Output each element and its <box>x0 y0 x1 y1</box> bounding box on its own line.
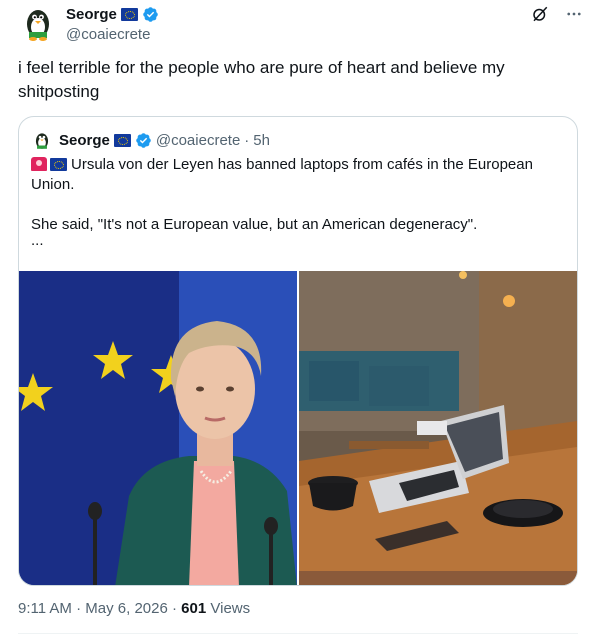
verified-badge-icon[interactable] <box>142 6 159 23</box>
meta-separator: · <box>76 600 82 617</box>
tweet-time[interactable]: 9:11 AM <box>18 600 72 617</box>
quote-header: Seorge @coaiecrete · 5h <box>31 129 270 151</box>
quote-timestamp: 5h <box>253 131 270 149</box>
avatar[interactable] <box>18 2 58 42</box>
quote-more: ... <box>31 232 44 249</box>
quote-line-1: Ursula von der Leyen has banned laptops … <box>31 156 533 193</box>
verified-badge-icon <box>135 132 152 149</box>
quote-author-name: Seorge <box>59 131 110 149</box>
views-label: Views <box>210 600 251 617</box>
author-name[interactable]: Seorge <box>66 6 117 23</box>
quote-separator: · <box>244 131 250 149</box>
siren-icon <box>31 157 47 171</box>
grok-icon[interactable] <box>530 4 550 24</box>
photo-cafe-laptop[interactable] <box>299 271 577 585</box>
quote-media <box>19 271 577 585</box>
tweet-date[interactable]: May 6, 2026 <box>85 600 168 617</box>
divider <box>18 633 578 634</box>
author-handle[interactable]: @coaiecrete <box>66 26 159 43</box>
more-options-icon[interactable] <box>564 4 584 24</box>
eu-flag-icon <box>50 158 67 171</box>
author-info: Seorge @coaiecrete <box>66 4 159 43</box>
quote-author-handle: @coaiecrete <box>155 131 241 149</box>
meta-separator: · <box>172 600 177 617</box>
view-count: 601 <box>181 600 207 617</box>
quote-avatar <box>31 129 53 151</box>
tweet-meta: 9:11 AM · May 6, 2026 · 601 Views <box>18 600 250 617</box>
tweet-actions-top <box>530 4 584 24</box>
quoted-tweet[interactable]: Seorge @coaiecrete · 5h Ursula von der L… <box>18 116 578 586</box>
quote-line-2: She said, "It's not a European value, bu… <box>31 216 478 233</box>
photo-ursula[interactable] <box>19 271 297 585</box>
tweet-header: Seorge @coaiecrete <box>18 2 584 48</box>
tweet-text: i feel terrible for the people who are p… <box>18 58 505 101</box>
eu-flag-icon <box>113 133 131 147</box>
eu-flag-icon <box>120 7 138 21</box>
quote-body: Ursula von der Leyen has banned laptops … <box>31 155 567 249</box>
